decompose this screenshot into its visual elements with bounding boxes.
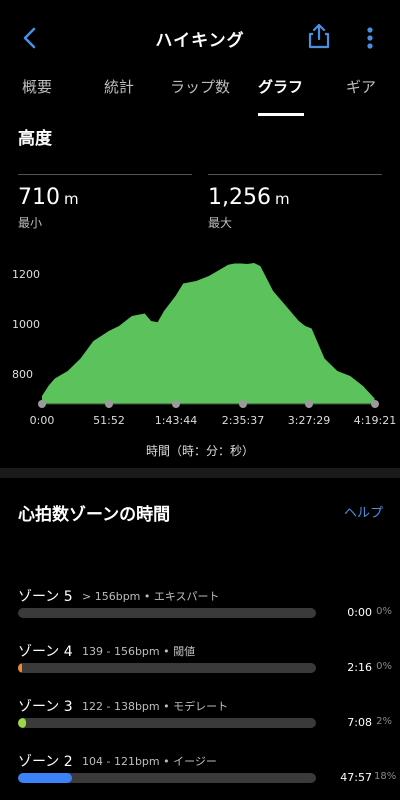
- min-elevation-unit: m: [64, 190, 79, 208]
- page-title: ハイキング: [155, 31, 245, 51]
- max-elevation-value: 1,256: [208, 185, 271, 210]
- x-tick-label: 1:43:44: [154, 414, 198, 427]
- max-elevation-stat: 1,256 m 最大: [208, 174, 382, 231]
- tab-overview[interactable]: 概要: [22, 76, 52, 97]
- zone-range: > 156bpm • エキスパート: [82, 590, 220, 603]
- x-tick-label: 4:19:21: [353, 414, 397, 427]
- tab-gear[interactable]: ギア: [346, 76, 376, 97]
- min-elevation-label: 最小: [18, 216, 43, 230]
- zone-time: 0:00: [347, 606, 372, 619]
- x-tick-marker: [371, 400, 379, 408]
- zone-bar-fill: [18, 663, 22, 673]
- x-axis-label: 時間（時：分：秒）: [145, 444, 254, 458]
- x-tick-marker: [172, 400, 180, 408]
- min-elevation-stat: 710 m 最小: [18, 174, 192, 231]
- tab-laps[interactable]: ラップ数: [170, 76, 230, 97]
- x-tick-label: 51:52: [93, 414, 125, 427]
- tab-graph[interactable]: グラフ: [258, 76, 303, 97]
- zone-bar-track: [18, 663, 316, 673]
- zone-time: 2:16: [347, 661, 372, 674]
- max-elevation-unit: m: [274, 190, 290, 208]
- tab-bar: 概要 統計 ラップ数 グラフ ギア: [0, 76, 400, 116]
- hr-zones-title: 心拍数ゾーンの時間: [18, 505, 171, 525]
- stat-divider: [208, 174, 382, 175]
- x-tick-label: 3:27:29: [287, 414, 331, 427]
- elevation-title: 高度: [18, 129, 52, 149]
- x-tick-marker: [105, 400, 113, 408]
- active-tab-indicator: [258, 113, 304, 116]
- share-icon[interactable]: [306, 22, 332, 50]
- zone-bar-track: [18, 608, 316, 618]
- x-tick-marker: [38, 400, 46, 408]
- elevation-area: [42, 263, 375, 404]
- zone-percent: 2%: [376, 716, 392, 727]
- zone-name: ゾーン 3: [18, 699, 73, 715]
- tab-stats[interactable]: 統計: [104, 76, 134, 97]
- zone-name: ゾーン 4: [18, 644, 73, 660]
- zone-bar-fill: [18, 773, 72, 783]
- min-elevation-value: 710: [18, 185, 60, 210]
- x-tick-marker: [239, 400, 247, 408]
- zone-name: ゾーン 2: [18, 754, 73, 770]
- zone-bar-track: [18, 773, 316, 783]
- x-tick-label: 2:35:37: [221, 414, 265, 427]
- elevation-chart: [38, 263, 379, 408]
- zone-name: ゾーン 5: [18, 589, 73, 605]
- top-bar: ハイキング: [0, 0, 400, 72]
- zone-bar-fill: [18, 718, 27, 728]
- zone-bar-track: [18, 718, 316, 728]
- more-options-icon[interactable]: [360, 24, 380, 52]
- x-tick-marker: [305, 400, 313, 408]
- stat-divider: [18, 174, 192, 175]
- help-link[interactable]: ヘルプ: [344, 502, 383, 521]
- zone-range: 104 - 121bpm • イージー: [82, 755, 217, 768]
- zone-percent: 18%: [374, 771, 397, 782]
- zone-time: 47:57: [340, 771, 372, 784]
- x-tick-label: 0:00: [29, 414, 55, 427]
- zone-time: 7:08: [347, 716, 372, 729]
- zone-range: 139 - 156bpm • 閾値: [82, 645, 196, 658]
- zone-range: 122 - 138bpm • モデレート: [82, 700, 229, 713]
- section-divider: [0, 468, 400, 478]
- zone-percent: 0%: [376, 606, 392, 617]
- zone-percent: 0%: [376, 661, 392, 672]
- max-elevation-label: 最大: [208, 216, 233, 230]
